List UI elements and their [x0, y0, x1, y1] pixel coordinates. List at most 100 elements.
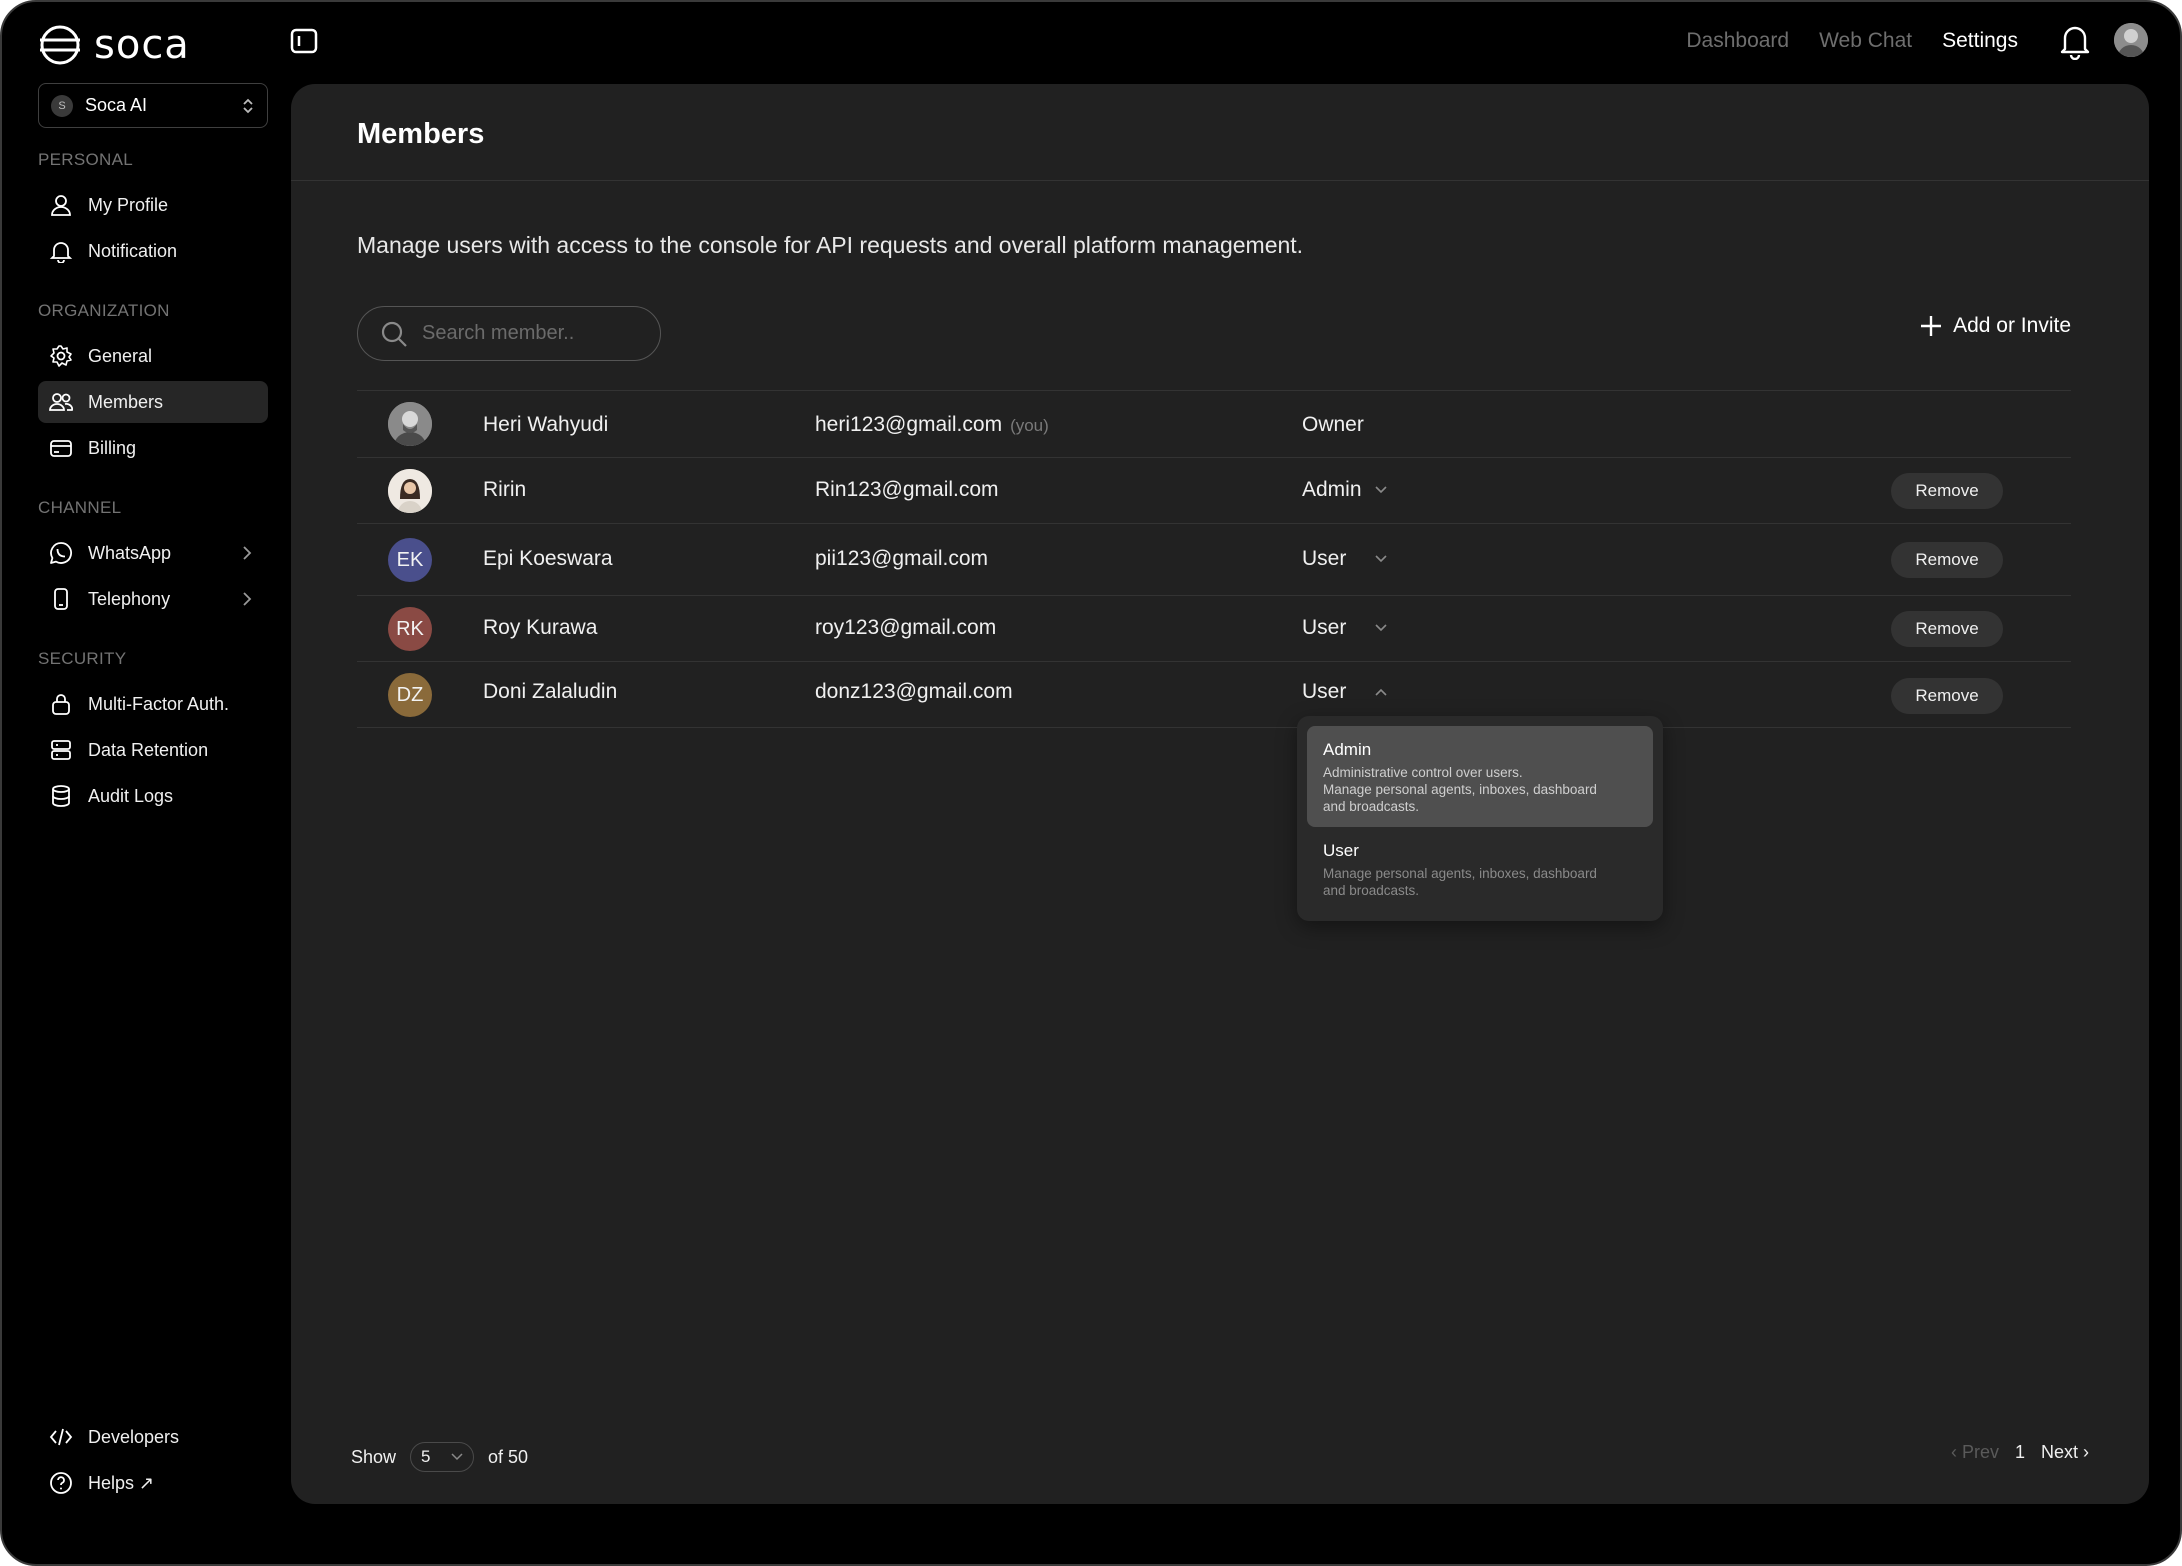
remove-button[interactable]: Remove	[1891, 611, 2003, 647]
sidebar-item-telephony[interactable]: Telephony	[38, 578, 268, 620]
logo-icon	[40, 25, 80, 65]
prev-page-button[interactable]: ‹ Prev	[1951, 1442, 1999, 1463]
role-option-user[interactable]: User Manage personal agents, inboxes, da…	[1307, 827, 1653, 913]
remove-button[interactable]: Remove	[1891, 542, 2003, 578]
option-description-line: Manage personal agents, inboxes, dashboa…	[1323, 782, 1597, 797]
database-icon	[48, 783, 74, 809]
whatsapp-icon	[48, 540, 74, 566]
avatar	[388, 402, 432, 446]
sidebar-item-label: Members	[88, 391, 164, 412]
search-input[interactable]	[422, 322, 642, 345]
sidebar-toggle-icon[interactable]	[290, 28, 318, 54]
members-panel: Members Manage users with access to the …	[291, 84, 2149, 1504]
member-email: Rin123@gmail.com	[815, 478, 999, 501]
page-size-value: 5	[421, 1447, 431, 1466]
you-tag: (you)	[1010, 416, 1049, 435]
phone-icon	[48, 586, 74, 612]
next-page-button[interactable]: Next ›	[2041, 1442, 2089, 1463]
nav-dashboard[interactable]: Dashboard	[1686, 29, 1789, 53]
sidebar-item-helps[interactable]: Helps ↗	[38, 1462, 268, 1504]
option-title: User	[1323, 841, 1359, 860]
members-table: Heri Wahyudi heri123@gmail.com (you) Owne…	[357, 390, 2071, 728]
plus-icon	[1921, 316, 1942, 336]
nav-settings[interactable]: Settings	[1942, 29, 2018, 53]
remove-button[interactable]: Remove	[1891, 678, 2003, 714]
show-label: Show	[351, 1446, 397, 1467]
sidebar-item-data-retention[interactable]: Data Retention	[38, 729, 268, 771]
role-select[interactable]: Admin	[1302, 478, 1388, 502]
app-window: soca Dashboard Web Chat Settings S Soca …	[0, 0, 2182, 1566]
page-size-control: Show 5 of 50	[351, 1442, 528, 1472]
chevron-up-icon	[1375, 689, 1387, 697]
avatar: RK	[388, 607, 432, 651]
chevron-down-icon	[1375, 555, 1387, 563]
sidebar-item-my-profile[interactable]: My Profile	[38, 184, 268, 226]
nav-web-chat[interactable]: Web Chat	[1819, 29, 1912, 53]
member-email-text: heri123@gmail.com	[815, 413, 1003, 436]
sidebar-item-label: Multi-Factor Auth.	[88, 693, 230, 714]
sidebar-item-audit-logs[interactable]: Audit Logs	[38, 775, 268, 817]
chevron-down-icon	[451, 1453, 463, 1461]
chevron-down-icon	[1375, 624, 1387, 632]
section-personal: PERSONAL	[38, 150, 133, 169]
organization-selector[interactable]: S Soca AI	[38, 83, 268, 128]
sidebar-item-members[interactable]: Members	[38, 381, 268, 423]
role-select[interactable]: User	[1302, 547, 1388, 571]
bell-icon[interactable]	[2058, 22, 2092, 61]
table-row: RK Roy Kurawa roy123@gmail.com User Remo…	[357, 595, 2071, 661]
chevron-right-icon	[243, 592, 252, 606]
sidebar-item-notification[interactable]: Notification	[38, 230, 268, 272]
member-email: pii123@gmail.com	[815, 547, 989, 570]
option-description-line: Manage personal agents, inboxes, dashboa…	[1323, 866, 1597, 881]
pagination: ‹ Prev 1 Next ›	[1951, 1442, 2089, 1463]
role-value: User	[1302, 616, 1347, 639]
sidebar-item-billing[interactable]: Billing	[38, 427, 268, 469]
role-option-admin[interactable]: Admin Administrative control over users.…	[1307, 726, 1653, 827]
search-box[interactable]	[357, 306, 661, 361]
add-or-invite-button[interactable]: Add or Invite	[1919, 314, 2071, 338]
role-select[interactable]: User	[1302, 680, 1388, 704]
member-name: Heri Wahyudi	[483, 413, 609, 436]
role-value: Admin	[1302, 478, 1362, 501]
server-icon	[48, 737, 74, 763]
option-description-line: and broadcasts.	[1323, 799, 1420, 814]
lock-icon	[48, 691, 74, 717]
page-size-select[interactable]: 5	[410, 1442, 475, 1472]
role-select[interactable]: User	[1302, 616, 1388, 640]
divider	[291, 180, 2149, 181]
sidebar-item-whatsapp[interactable]: WhatsApp	[38, 532, 268, 574]
chevron-down-icon	[1374, 486, 1387, 494]
member-name: Doni Zalaludin	[483, 680, 618, 703]
user-icon	[48, 192, 74, 218]
soca-logo[interactable]: soca	[38, 22, 190, 68]
member-name: Ririn	[483, 478, 527, 501]
logo-text: soca	[94, 22, 190, 68]
sidebar-item-mfa[interactable]: Multi-Factor Auth.	[38, 683, 268, 725]
chevron-right-icon	[243, 546, 252, 560]
page-title: Members	[357, 118, 485, 150]
section-organization: ORGANIZATION	[38, 301, 170, 320]
role-dropdown-menu: Admin Administrative control over users.…	[1297, 716, 1663, 921]
gear-icon	[48, 343, 74, 369]
option-title: Admin	[1323, 740, 1372, 759]
sidebar-item-label: Developers	[88, 1426, 180, 1447]
member-email: roy123@gmail.com	[815, 616, 997, 639]
sidebar-item-label: General	[88, 345, 153, 366]
org-name: Soca AI	[85, 95, 148, 115]
table-row: Heri Wahyudi heri123@gmail.com (you) Owne…	[357, 390, 2071, 457]
sidebar-item-label: Helps ↗	[88, 1472, 155, 1493]
sidebar-item-developers[interactable]: Developers	[38, 1416, 268, 1458]
sidebar-item-general[interactable]: General	[38, 335, 268, 377]
current-page[interactable]: 1	[2015, 1442, 2025, 1463]
member-email: heri123@gmail.com (you)	[815, 413, 1049, 437]
total-count: of 50	[488, 1446, 529, 1467]
sidebar-item-label: Notification	[88, 240, 178, 261]
sidebar-item-label: Audit Logs	[88, 785, 174, 806]
user-avatar[interactable]	[2114, 23, 2148, 57]
code-icon	[48, 1424, 74, 1450]
search-icon	[381, 321, 407, 347]
option-description-line: and broadcasts.	[1323, 883, 1420, 898]
help-icon	[48, 1470, 74, 1496]
remove-button[interactable]: Remove	[1891, 473, 2003, 509]
member-role: Owner	[1302, 413, 1364, 436]
